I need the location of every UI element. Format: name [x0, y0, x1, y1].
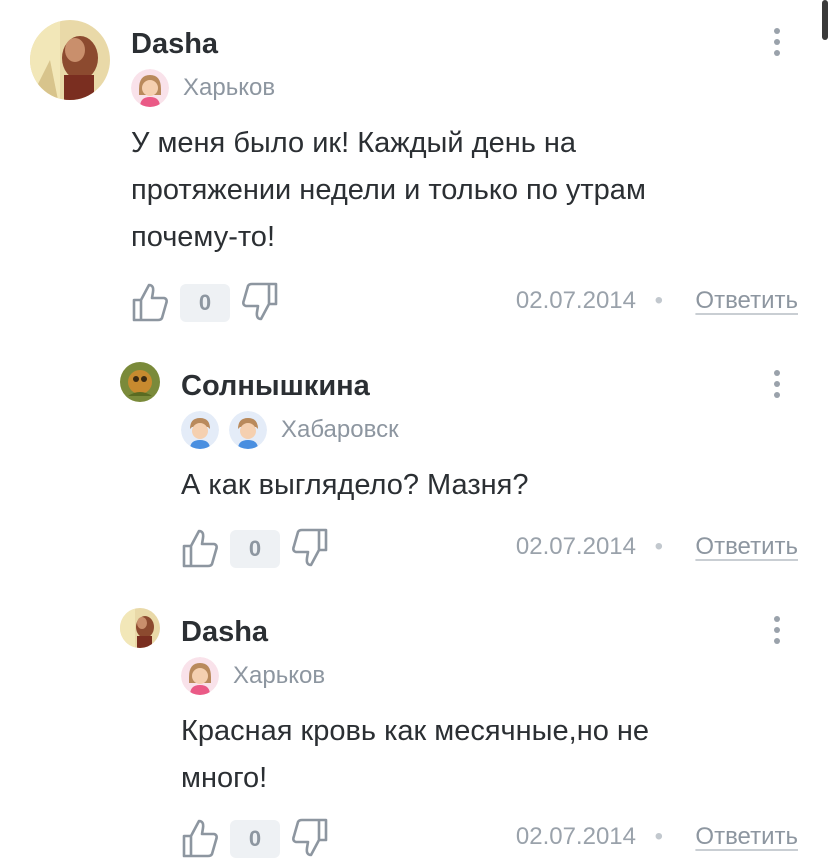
- thumbs-down-icon[interactable]: [291, 818, 329, 858]
- author-name[interactable]: Dasha: [181, 616, 268, 649]
- girl-icon: [131, 69, 169, 107]
- thumbs-up-icon[interactable]: [131, 282, 169, 322]
- comment-date: 02.07.2014: [515, 533, 636, 560]
- author-city: Харьков: [183, 74, 276, 101]
- reply-link[interactable]: Ответить: [695, 533, 798, 561]
- more-options-icon[interactable]: [772, 370, 782, 403]
- author-meta: Харьков: [131, 69, 275, 107]
- thumbs-up-icon[interactable]: [181, 528, 219, 568]
- thumbs-down-icon[interactable]: [241, 282, 279, 322]
- comment-actions: 0 02.07.2014 • Ответить: [0, 818, 798, 858]
- thumbs-up-icon[interactable]: [181, 818, 219, 858]
- girl-icon: [181, 657, 219, 695]
- user-avatar[interactable]: [30, 20, 110, 100]
- more-options-icon[interactable]: [772, 616, 782, 649]
- comment-line: протяжении недели и только по утрам: [131, 174, 646, 206]
- author-name[interactable]: Солнышкина: [181, 370, 370, 403]
- separator-dot: •: [654, 533, 663, 560]
- user-avatar[interactable]: [120, 608, 160, 648]
- separator-dot: •: [654, 823, 663, 850]
- like-count: 0: [230, 820, 280, 858]
- reply-link[interactable]: Ответить: [695, 823, 798, 851]
- author-meta: Хабаровск: [181, 411, 399, 449]
- comment-line: У меня было ик! Каждый день на: [131, 127, 577, 159]
- author-city: Хабаровск: [281, 416, 399, 443]
- author-city: Харьков: [233, 662, 326, 689]
- author-name[interactable]: Dasha: [131, 28, 218, 61]
- separator-dot: •: [654, 287, 663, 314]
- thumbs-down-icon[interactable]: [291, 528, 329, 568]
- comment-text: А как выглядело? Мазня?: [181, 462, 781, 509]
- comment-line: много!: [181, 762, 268, 794]
- comment-item: Dasha Харьков У меня было ик! Каждый ден…: [0, 0, 828, 340]
- comment-text: Красная кровь как месячные,но не много!: [181, 708, 781, 802]
- comment-date: 02.07.2014: [515, 287, 636, 314]
- comment-line: почему-то!: [131, 221, 275, 253]
- boy-icon: [229, 411, 267, 449]
- comment-actions: 0 02.07.2014 • Ответить: [0, 528, 798, 568]
- author-meta: Харьков: [181, 657, 325, 695]
- comment-text: У меня было ик! Каждый день на протяжени…: [131, 120, 781, 261]
- comment-date: 02.07.2014: [515, 823, 636, 850]
- reply-link[interactable]: Ответить: [695, 287, 798, 315]
- comment-actions: 0 02.07.2014 • Ответить: [0, 282, 798, 322]
- like-count: 0: [180, 284, 230, 322]
- like-count: 0: [230, 530, 280, 568]
- comment-line: А как выглядело? Мазня?: [181, 469, 529, 501]
- comment-line: Красная кровь как месячные,но не: [181, 715, 650, 747]
- user-avatar[interactable]: [120, 362, 160, 402]
- more-options-icon[interactable]: [772, 28, 782, 61]
- boy-icon: [181, 411, 219, 449]
